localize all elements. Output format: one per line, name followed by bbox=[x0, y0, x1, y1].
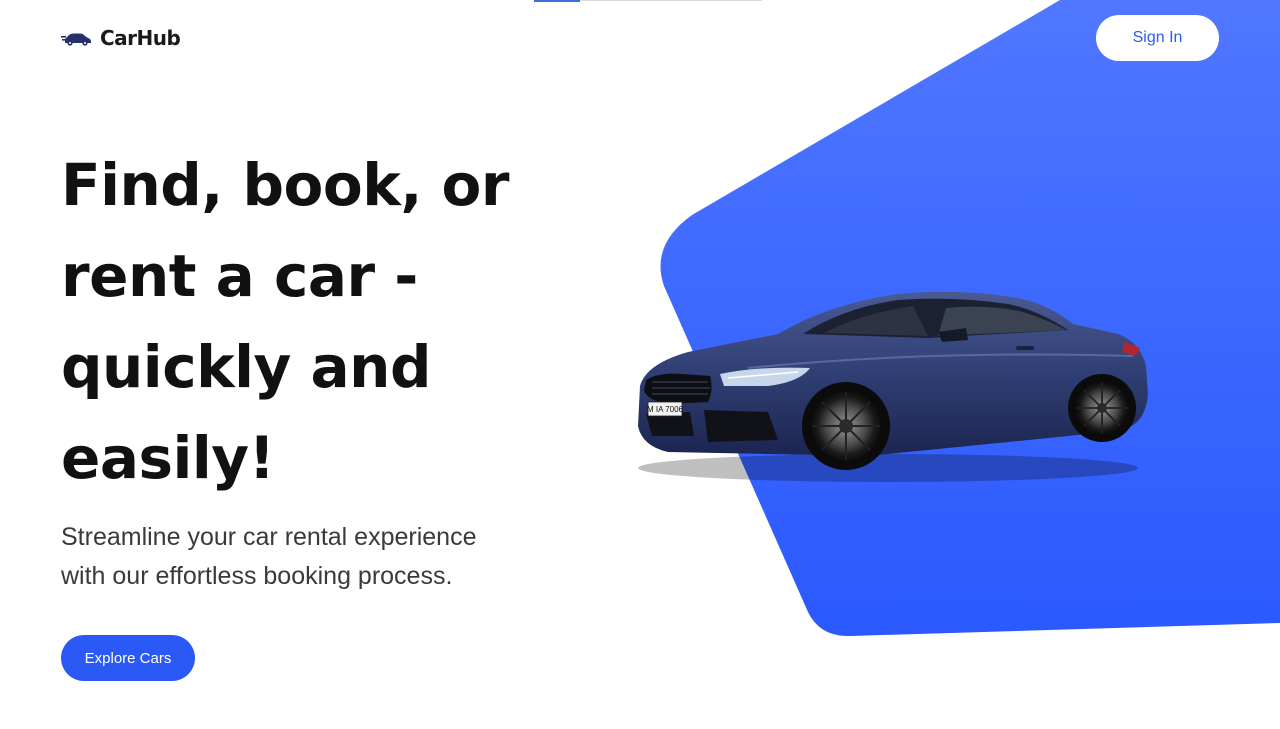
car-logo-icon bbox=[61, 33, 91, 46]
brand-name: CarHub bbox=[100, 26, 181, 50]
license-plate-text: M IA 7006 bbox=[647, 405, 684, 414]
brand-logo[interactable]: CarHub bbox=[61, 26, 181, 50]
hero-title-line: quickly and bbox=[61, 333, 431, 401]
hero-section: Find, book, or rent a car - quickly and … bbox=[61, 140, 581, 596]
hero-title-line: Find, book, or bbox=[61, 151, 510, 219]
hero-subtitle-line: with our effortless booking process. bbox=[61, 562, 453, 590]
hero-subtitle: Streamline your car rental experience wi… bbox=[61, 518, 511, 596]
car-image: M IA 7006 bbox=[638, 291, 1148, 482]
explore-cars-button[interactable]: Explore Cars bbox=[61, 635, 195, 681]
hero-title-line: easily! bbox=[61, 424, 275, 492]
hero-subtitle-line: Streamline your car rental experience bbox=[61, 523, 477, 551]
sign-in-button[interactable]: Sign In bbox=[1096, 15, 1219, 61]
hero-title: Find, book, or rent a car - quickly and … bbox=[61, 140, 581, 504]
hero-title-line: rent a car - bbox=[61, 242, 418, 310]
navbar: CarHub Sign In bbox=[0, 0, 1280, 76]
